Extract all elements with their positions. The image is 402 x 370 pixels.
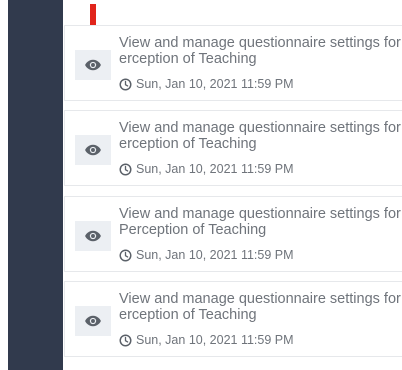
list-item: View and manage questionnaire settings f… [64, 25, 402, 101]
clock-icon [119, 162, 132, 176]
clock-icon [119, 77, 132, 91]
item-title[interactable]: View and manage questionnaire settings f… [119, 120, 402, 152]
view-button[interactable] [75, 306, 111, 336]
list-item: View and manage questionnaire settings f… [64, 196, 402, 272]
item-title-line: View and manage questionnaire settings f… [119, 206, 401, 222]
clock-icon [119, 248, 132, 262]
sidebar [8, 0, 63, 370]
due-date-text: Sun, Jan 10, 2021 11:59 PM [136, 77, 294, 91]
due-date: Sun, Jan 10, 2021 11:59 PM [119, 248, 294, 262]
item-title-line: erception of Teaching [119, 136, 257, 152]
due-date: Sun, Jan 10, 2021 11:59 PM [119, 77, 294, 91]
item-title-line: Perception of Teaching [119, 222, 267, 238]
eye-icon [85, 315, 101, 327]
left-gutter [0, 0, 8, 370]
item-title[interactable]: View and manage questionnaire settings f… [119, 206, 402, 238]
item-title-line: erception of Teaching [119, 307, 257, 323]
eye-icon [85, 230, 101, 242]
due-date-text: Sun, Jan 10, 2021 11:59 PM [136, 333, 294, 347]
item-title-line: View and manage questionnaire settings f… [119, 291, 401, 307]
view-button[interactable] [75, 221, 111, 251]
due-date-text: Sun, Jan 10, 2021 11:59 PM [136, 162, 294, 176]
item-title-line: View and manage questionnaire settings f… [119, 35, 401, 51]
item-title[interactable]: View and manage questionnaire settings f… [119, 35, 402, 67]
clock-icon [119, 333, 132, 347]
list-item: View and manage questionnaire settings f… [64, 110, 402, 186]
due-date: Sun, Jan 10, 2021 11:59 PM [119, 162, 294, 176]
list-item: View and manage questionnaire settings f… [64, 281, 402, 357]
eye-icon [85, 144, 101, 156]
item-title-line: erception of Teaching [119, 51, 257, 67]
view-button[interactable] [75, 135, 111, 165]
view-button[interactable] [75, 50, 111, 80]
item-title[interactable]: View and manage questionnaire settings f… [119, 291, 402, 323]
item-title-line: View and manage questionnaire settings f… [119, 120, 401, 136]
due-date: Sun, Jan 10, 2021 11:59 PM [119, 333, 294, 347]
eye-icon [85, 59, 101, 71]
due-date-text: Sun, Jan 10, 2021 11:59 PM [136, 248, 294, 262]
